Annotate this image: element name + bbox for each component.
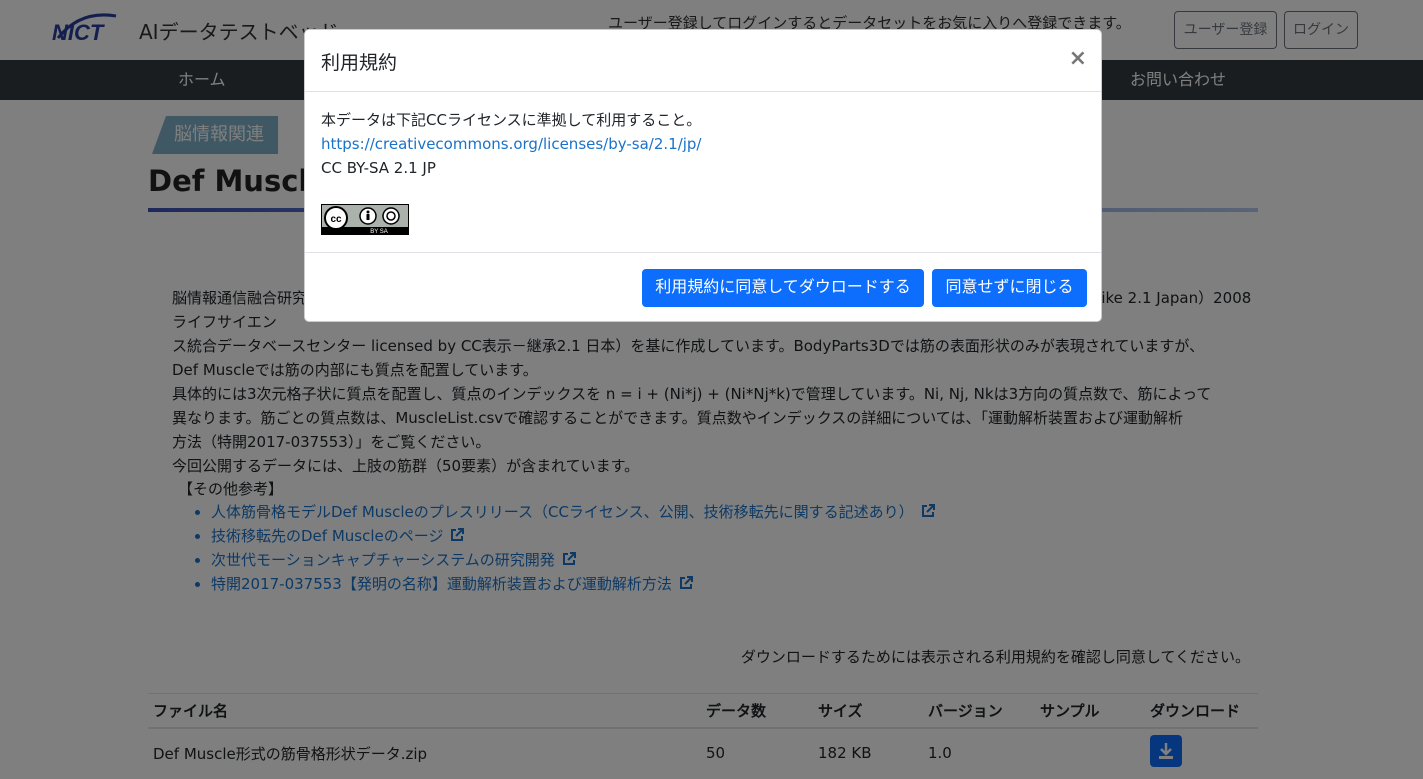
agree-download-button[interactable]: 利用規約に同意してダウロードする (642, 269, 924, 307)
modal-header: 利用規約 × (305, 30, 1101, 92)
badge-text: BY SA (370, 229, 388, 235)
modal-title: 利用規約 (321, 52, 398, 74)
modal-footer: 利用規約に同意してダウロードする 同意せずに閉じる (305, 252, 1101, 322)
terms-modal: 利用規約 × 本データは下記CCライセンスに準拠して利用すること。 https:… (304, 29, 1102, 322)
cc-by-sa-badge-icon[interactable]: cc BY SA (321, 204, 409, 235)
license-name: CC BY-SA 2.1 JP (321, 159, 436, 177)
modal-body: 本データは下記CCライセンスに準拠して利用すること。 https://creat… (321, 108, 1087, 180)
license-notice: 本データは下記CCライセンスに準拠して利用すること。 (321, 111, 702, 129)
close-icon[interactable]: × (1069, 46, 1087, 72)
svg-text:cc: cc (330, 214, 342, 225)
decline-close-button[interactable]: 同意せずに閉じる (932, 269, 1087, 307)
license-url-link[interactable]: https://creativecommons.org/licenses/by-… (321, 135, 702, 153)
